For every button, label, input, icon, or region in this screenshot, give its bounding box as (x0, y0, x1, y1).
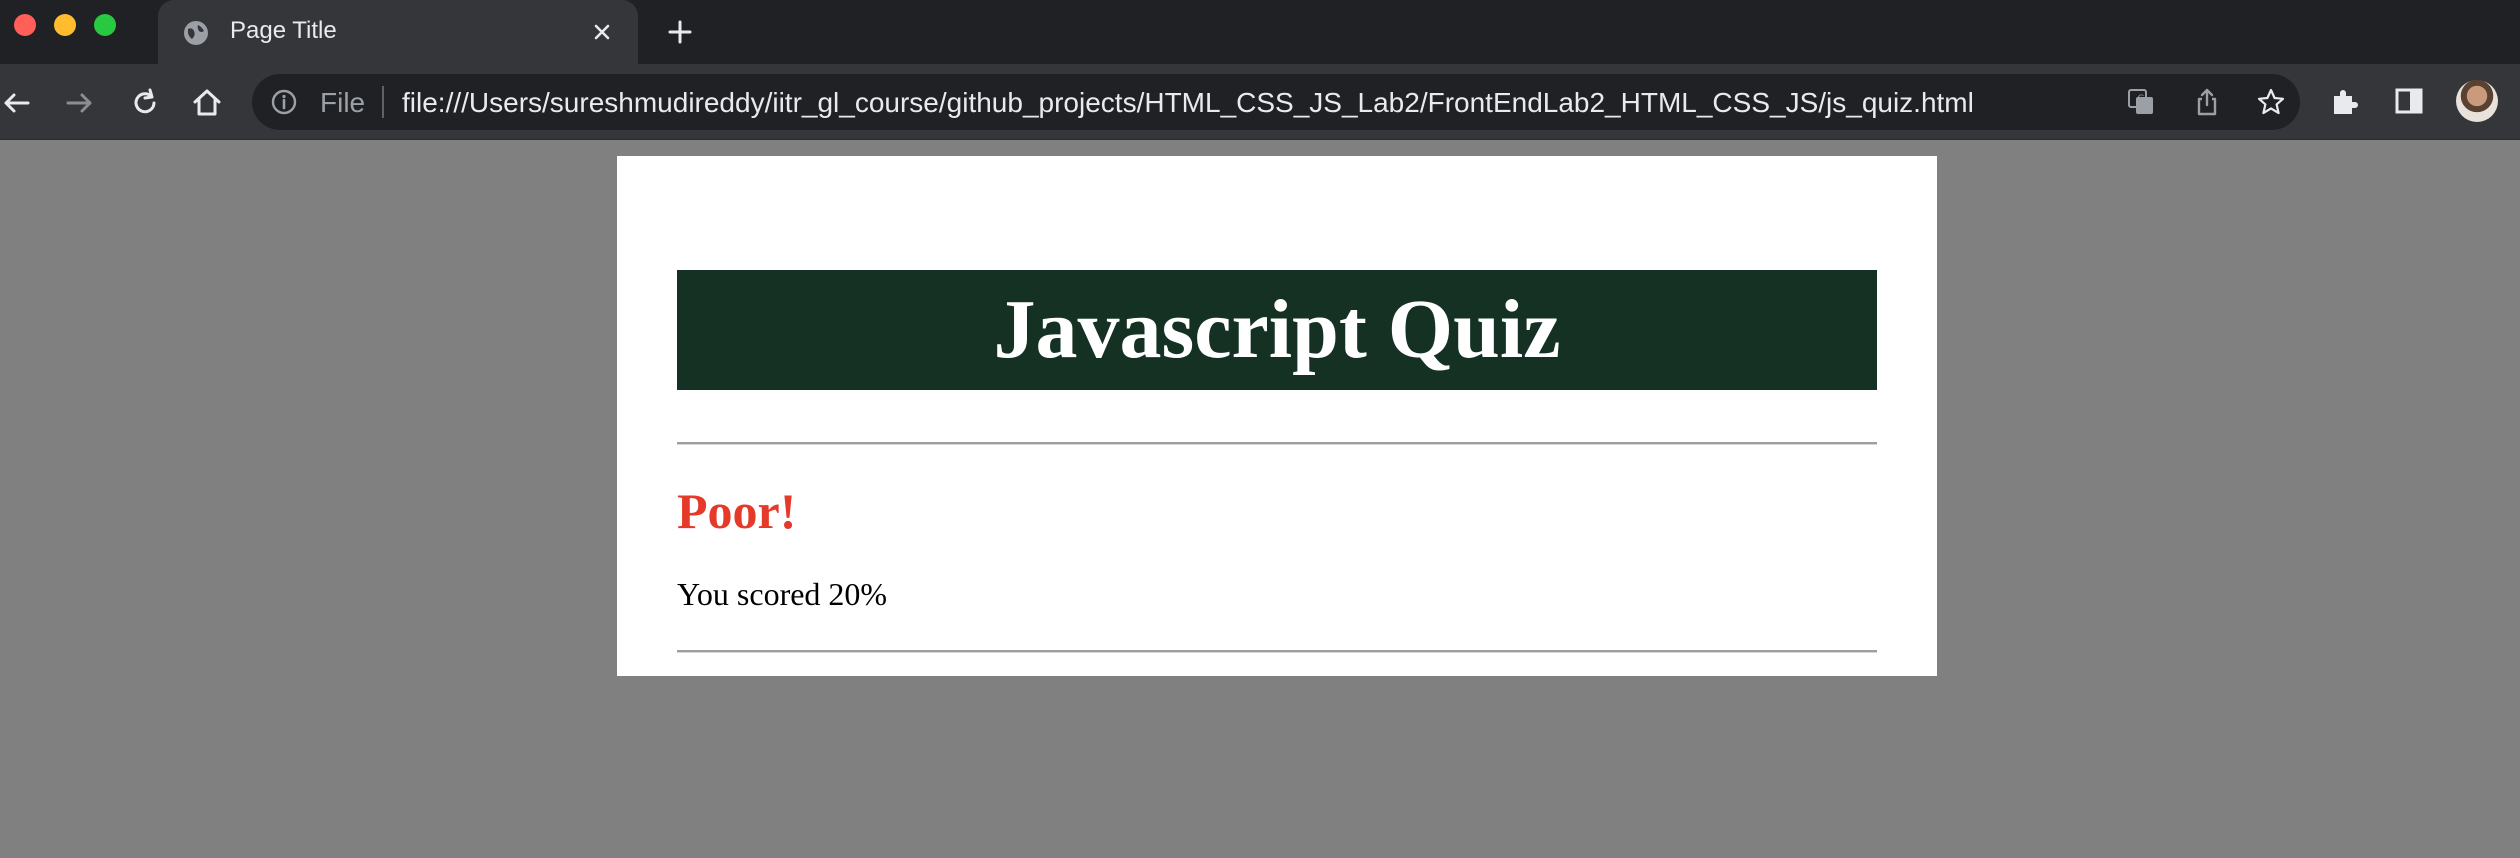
active-tab[interactable]: Page Title (158, 0, 638, 64)
bookmark-star-icon[interactable] (2256, 87, 2286, 117)
forward-arrow-icon[interactable] (62, 86, 96, 120)
close-tab-icon[interactable] (588, 18, 616, 46)
quiz-banner: Javascript Quiz (677, 270, 1877, 390)
quiz-card: Javascript Quiz Poor! You scored 20% (617, 156, 1937, 676)
tab-title: Page Title (230, 17, 337, 44)
back-arrow-icon[interactable] (0, 86, 34, 120)
divider (677, 442, 1877, 445)
maximize-window-button[interactable] (94, 14, 116, 36)
url-text[interactable]: file:///Users/sureshmudireddy/iitr_gl_co… (402, 87, 1974, 119)
svg-text:G: G (2138, 94, 2145, 104)
page-viewport: Javascript Quiz Poor! You scored 20% (0, 140, 2520, 858)
translate-icon[interactable]: G (2126, 87, 2156, 117)
avatar[interactable] (2456, 80, 2498, 122)
divider (677, 650, 1877, 653)
page-title: Javascript Quiz (993, 283, 1561, 376)
reload-icon[interactable] (128, 86, 162, 120)
side-panel-icon[interactable] (2392, 84, 2426, 118)
omnibox-divider (382, 86, 384, 118)
globe-icon (184, 21, 208, 45)
address-bar[interactable]: File file:///Users/sureshmudireddy/iitr_… (252, 74, 2300, 130)
url-scheme-label: File (320, 87, 366, 118)
browser-toolbar: File file:///Users/sureshmudireddy/iitr_… (0, 64, 2520, 140)
site-info-icon[interactable] (270, 88, 298, 116)
score-text: You scored 20% (677, 576, 888, 612)
tab-strip: Page Title (0, 0, 2520, 64)
result-heading: Poor! (677, 483, 797, 539)
minimize-window-button[interactable] (54, 14, 76, 36)
new-tab-icon[interactable] (664, 16, 696, 48)
extensions-icon[interactable] (2328, 84, 2362, 118)
home-icon[interactable] (190, 86, 224, 120)
close-window-button[interactable] (14, 14, 36, 36)
share-icon[interactable] (2192, 87, 2222, 117)
